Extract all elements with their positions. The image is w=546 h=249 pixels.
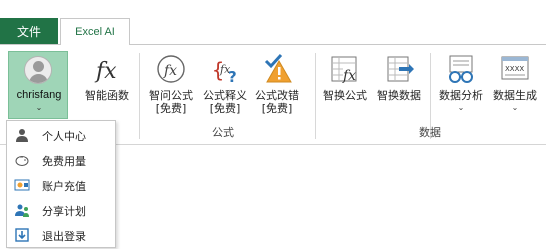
fix-formula-button[interactable]: 公式改错 [免费] bbox=[251, 51, 303, 121]
glasses-chart-icon bbox=[449, 55, 473, 83]
menu-item-label: 退出登录 bbox=[42, 230, 86, 243]
formula-circle-icon: fx bbox=[157, 55, 185, 83]
menu-item-free-usage[interactable]: 免费用量 bbox=[8, 148, 115, 173]
smart-replace-data-button[interactable]: 智换数据 bbox=[372, 51, 426, 121]
smart-replace-formula-button[interactable]: fx 智换公式 bbox=[318, 51, 372, 121]
sheet-arrow-icon bbox=[387, 56, 414, 82]
fix-formula-free-tag: [免费] bbox=[261, 102, 293, 115]
user-dropdown-menu: 个人中心 免费用量 账户充值 分享计划 退出登录 bbox=[6, 120, 116, 248]
data-xxxx-icon: XXXX bbox=[501, 56, 529, 80]
tab-file[interactable]: 文件 bbox=[0, 18, 58, 44]
recharge-icon bbox=[14, 179, 30, 191]
chevron-down-icon: ⌄ bbox=[35, 103, 43, 112]
ribbon-separator bbox=[315, 53, 316, 139]
data-generate-label: 数据生成 bbox=[493, 89, 537, 102]
tab-bar: 文件 Excel AI bbox=[0, 0, 546, 45]
piggy-bank-icon bbox=[15, 156, 29, 166]
ask-formula-label: 智问公式 bbox=[149, 89, 193, 102]
menu-item-label: 免费用量 bbox=[42, 155, 86, 168]
warning-check-icon bbox=[264, 53, 292, 83]
ask-formula-button[interactable]: fx 智问公式 [免费] bbox=[143, 51, 199, 121]
chevron-down-icon: ⌄ bbox=[457, 103, 465, 112]
menu-item-share-plan[interactable]: 分享计划 bbox=[8, 198, 115, 223]
menu-item-recharge[interactable]: 账户充值 bbox=[8, 173, 115, 198]
explain-formula-label: 公式释义 bbox=[203, 89, 247, 102]
fix-formula-label: 公式改错 bbox=[255, 89, 299, 102]
data-analysis-label: 数据分析 bbox=[439, 89, 483, 102]
svg-text:fx: fx bbox=[94, 59, 117, 84]
svg-text:XXXX: XXXX bbox=[505, 65, 524, 73]
smart-function-label: 智能函数 bbox=[85, 89, 129, 102]
smart-replace-formula-label: 智换公式 bbox=[323, 89, 367, 102]
avatar bbox=[24, 56, 52, 84]
user-name: chrisfang bbox=[16, 89, 62, 101]
smart-replace-data-label: 智换数据 bbox=[377, 89, 421, 102]
menu-item-label: 分享计划 bbox=[42, 205, 86, 218]
person-icon bbox=[16, 129, 28, 142]
function-fx-icon: fx bbox=[94, 59, 117, 84]
chevron-down-icon: ⌄ bbox=[511, 103, 519, 112]
menu-item-label: 账户充值 bbox=[42, 180, 86, 193]
data-analysis-button[interactable]: 数据分析 ⌄ bbox=[434, 51, 488, 121]
menu-item-logout[interactable]: 退出登录 bbox=[8, 223, 115, 248]
formula-group-label: 公式 bbox=[212, 126, 234, 139]
smart-function-button[interactable]: fx 智能函数 bbox=[78, 51, 136, 121]
share-users-icon bbox=[15, 204, 29, 217]
data-generate-button[interactable]: XXXX 数据生成 ⌄ bbox=[488, 51, 542, 121]
formula-question-icon: { fx ? bbox=[212, 58, 237, 85]
user-account-button[interactable]: chrisfang ⌄ bbox=[8, 51, 68, 119]
logout-icon bbox=[15, 228, 29, 242]
data-group-label: 数据 bbox=[419, 126, 441, 139]
tab-excel-ai[interactable]: Excel AI bbox=[60, 18, 130, 45]
explain-formula-free-tag: [免费] bbox=[209, 102, 241, 115]
ribbon-separator bbox=[139, 53, 140, 139]
explain-formula-button[interactable]: { fx ? 公式释义 [免费] bbox=[199, 51, 251, 121]
svg-text:fx: fx bbox=[342, 68, 356, 84]
sheet-formula-icon: fx bbox=[331, 56, 357, 84]
menu-item-label: 个人中心 bbox=[42, 130, 86, 143]
svg-text:fx: fx bbox=[163, 63, 177, 79]
svg-text:?: ? bbox=[228, 68, 237, 85]
menu-item-personal-center[interactable]: 个人中心 bbox=[8, 123, 115, 148]
ask-formula-free-tag: [免费] bbox=[155, 102, 187, 115]
